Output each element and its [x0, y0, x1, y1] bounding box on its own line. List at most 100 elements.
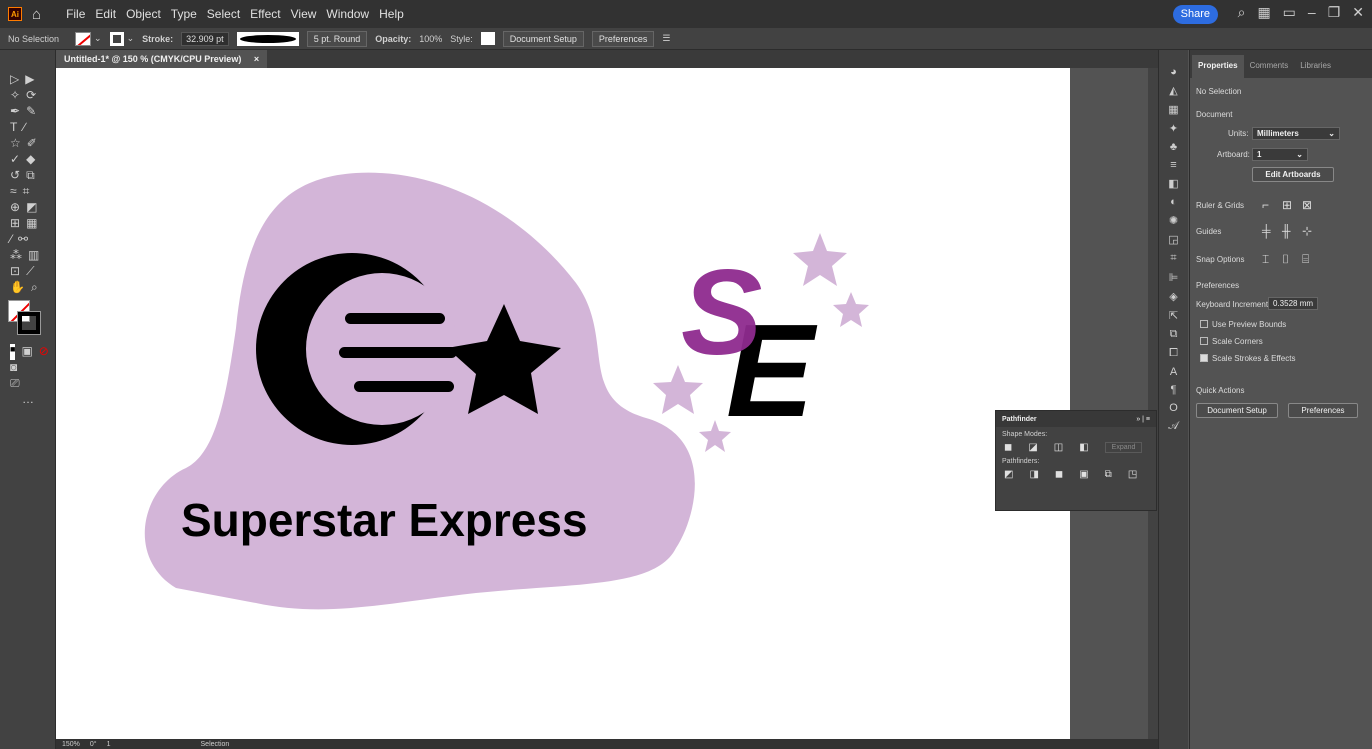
color-panel-icon[interactable]: ◕ [1170, 66, 1177, 78]
snap-to-pixel-icon[interactable]: ⌷ [1282, 252, 1289, 267]
opacity-field[interactable]: 100% [419, 34, 442, 44]
minimize-icon[interactable]: – [1308, 4, 1316, 21]
eyedropper-icon[interactable]: ⁄ [10, 232, 12, 248]
scale-corners-checkbox[interactable] [1200, 337, 1208, 345]
menu-window[interactable]: Window [321, 7, 374, 21]
rotate-tool-icon[interactable]: ↺ [10, 168, 20, 184]
align-icon[interactable]: ☰ [662, 33, 670, 44]
gradient-panel-icon[interactable]: ◧ [1168, 177, 1178, 190]
menu-object[interactable]: Object [121, 7, 166, 21]
canvas[interactable]: Superstar Express E S [56, 68, 1158, 739]
mesh-tool-icon[interactable]: ▦ [26, 216, 37, 232]
scale-strokes-checkbox[interactable] [1200, 354, 1208, 362]
document-tab[interactable]: Untitled-1* @ 150 % (CMYK/CPU Preview) × [56, 50, 268, 68]
align-panel-icon[interactable]: ⊫ [1169, 271, 1179, 284]
fill-none-swatch[interactable] [75, 31, 92, 46]
show-guides-icon[interactable]: ╪ [1262, 224, 1271, 238]
artboard-number[interactable]: 1 [107, 741, 111, 748]
share-button[interactable]: Share [1172, 5, 1218, 24]
units-dropdown[interactable]: Millimeters ⌄ [1252, 127, 1340, 140]
menu-type[interactable]: Type [166, 7, 202, 21]
outline-icon[interactable]: ⧉ [1105, 469, 1112, 480]
snap-to-glyph-icon[interactable]: ⌸ [1302, 252, 1309, 267]
pathfinder-panel-icon[interactable]: ⧠ [1169, 347, 1178, 360]
document-setup-button[interactable]: Document Setup [502, 30, 584, 47]
line-tool-icon[interactable]: ∕ [23, 120, 25, 136]
symbols-icon[interactable]: ♣ [1170, 141, 1177, 153]
grid-icon[interactable]: ⊞ [1282, 198, 1292, 212]
qa-document-setup-button[interactable]: Document Setup [1196, 403, 1278, 418]
zoom-level[interactable]: 150% [62, 741, 80, 748]
stroke-swatch[interactable] [109, 31, 124, 46]
paragraph-icon[interactable]: ¶ [1171, 384, 1177, 396]
close-tab-icon[interactable]: × [254, 54, 259, 64]
search-icon[interactable]: ⌕ [1238, 4, 1246, 21]
eraser-icon[interactable]: ◆ [26, 152, 35, 168]
swatches-icon[interactable]: ▦ [1168, 103, 1178, 116]
tab-libraries[interactable]: Libraries [1294, 55, 1337, 78]
tab-comments[interactable]: Comments [1244, 55, 1295, 78]
ruler-icon[interactable]: ⌐ [1262, 198, 1269, 212]
use-preview-bounds-checkbox[interactable] [1200, 320, 1208, 328]
brush-select[interactable]: 5 pt. Round [306, 30, 368, 47]
zoom-tool-icon[interactable]: ⌕ [31, 280, 38, 296]
menu-file[interactable]: File [61, 7, 90, 21]
edit-artboards-button[interactable]: Edit Artboards [1252, 167, 1334, 182]
stroke-color-control[interactable]: ⌄ [109, 31, 134, 46]
opentype-icon[interactable]: O [1169, 402, 1178, 414]
hand-tool-icon[interactable]: ✋ [10, 280, 25, 296]
pathfinder-header[interactable]: Pathfinder » | ≡ [996, 411, 1156, 427]
free-transform-icon[interactable]: ⌗ [23, 184, 30, 200]
artboards-icon[interactable]: ⧉ [1170, 328, 1178, 341]
close-icon[interactable]: ✕ [1352, 4, 1364, 21]
fill-stroke-widget[interactable] [8, 300, 55, 340]
minus-front-icon[interactable]: ◪ [1028, 442, 1037, 453]
trim-icon[interactable]: ◨ [1029, 469, 1038, 480]
home-icon[interactable]: ⌂ [32, 6, 41, 23]
shape-builder-icon[interactable]: ⊕ [10, 200, 20, 216]
glyphs-icon[interactable]: 𝒜 [1168, 420, 1178, 433]
stroke-swatch-tool[interactable] [18, 312, 40, 334]
merge-icon[interactable]: ◼ [1055, 469, 1063, 480]
scale-tool-icon[interactable]: ⧉ [26, 168, 35, 184]
shaper-tool-icon[interactable]: ✓ [10, 152, 20, 168]
style-swatch[interactable] [480, 32, 495, 45]
layers-icon[interactable]: ◈ [1169, 290, 1177, 303]
artboard[interactable]: Superstar Express E S [56, 68, 1070, 739]
magic-wand-icon[interactable]: ✧ [10, 88, 20, 104]
intersect-icon[interactable]: ◫ [1054, 442, 1063, 453]
menu-view[interactable]: View [286, 7, 322, 21]
gradient-mode-icon[interactable]: ▣ [21, 344, 32, 360]
perspective-grid-icon[interactable]: ⊞ [10, 216, 20, 232]
vertical-scrollbar[interactable] [1148, 68, 1158, 739]
stroke-panel-icon[interactable]: ≡ [1170, 159, 1176, 171]
workspace-icon[interactable]: ▦ [1257, 4, 1270, 21]
expand-button[interactable]: Expand [1104, 441, 1143, 453]
fill-control[interactable]: ⌄ [75, 31, 102, 46]
star-tool-icon[interactable]: ☆ [10, 136, 21, 152]
menu-effect[interactable]: Effect [245, 7, 285, 21]
brushes-icon[interactable]: ✦ [1169, 122, 1178, 135]
export-icon[interactable]: ⇱ [1169, 309, 1178, 322]
selection-tool-icon[interactable]: ▷ [10, 72, 19, 88]
transparency-icon[interactable]: ◐ [1170, 196, 1177, 208]
lasso-icon[interactable]: ⟳ [26, 88, 36, 104]
curvature-tool-icon[interactable]: ✎ [26, 104, 36, 120]
menu-edit[interactable]: Edit [90, 7, 121, 21]
warp-tool-icon[interactable]: ≈ [10, 184, 17, 200]
blend-tool-icon[interactable]: ⚯ [18, 232, 28, 248]
menu-select[interactable]: Select [202, 7, 245, 21]
minus-back-icon[interactable]: ◳ [1128, 469, 1137, 480]
exclude-icon[interactable]: ◧ [1079, 442, 1088, 453]
panel-menu-icon[interactable]: » | ≡ [1136, 416, 1150, 423]
screen-mode-icon[interactable]: ⎚ [10, 376, 20, 392]
graphic-styles-icon[interactable]: ◲ [1168, 233, 1178, 246]
slice-tool-icon[interactable]: ⟋ [26, 264, 34, 280]
brush-preview[interactable] [236, 31, 299, 46]
crop-icon[interactable]: ▣ [1079, 469, 1088, 480]
smart-guides-icon[interactable]: ⊹ [1302, 224, 1312, 238]
direct-selection-tool-icon[interactable]: ▶ [25, 72, 34, 88]
unite-icon[interactable]: ◼ [1004, 442, 1012, 453]
graph-tool-icon[interactable]: ▥ [28, 248, 39, 264]
live-paint-icon[interactable]: ◩ [26, 200, 37, 216]
